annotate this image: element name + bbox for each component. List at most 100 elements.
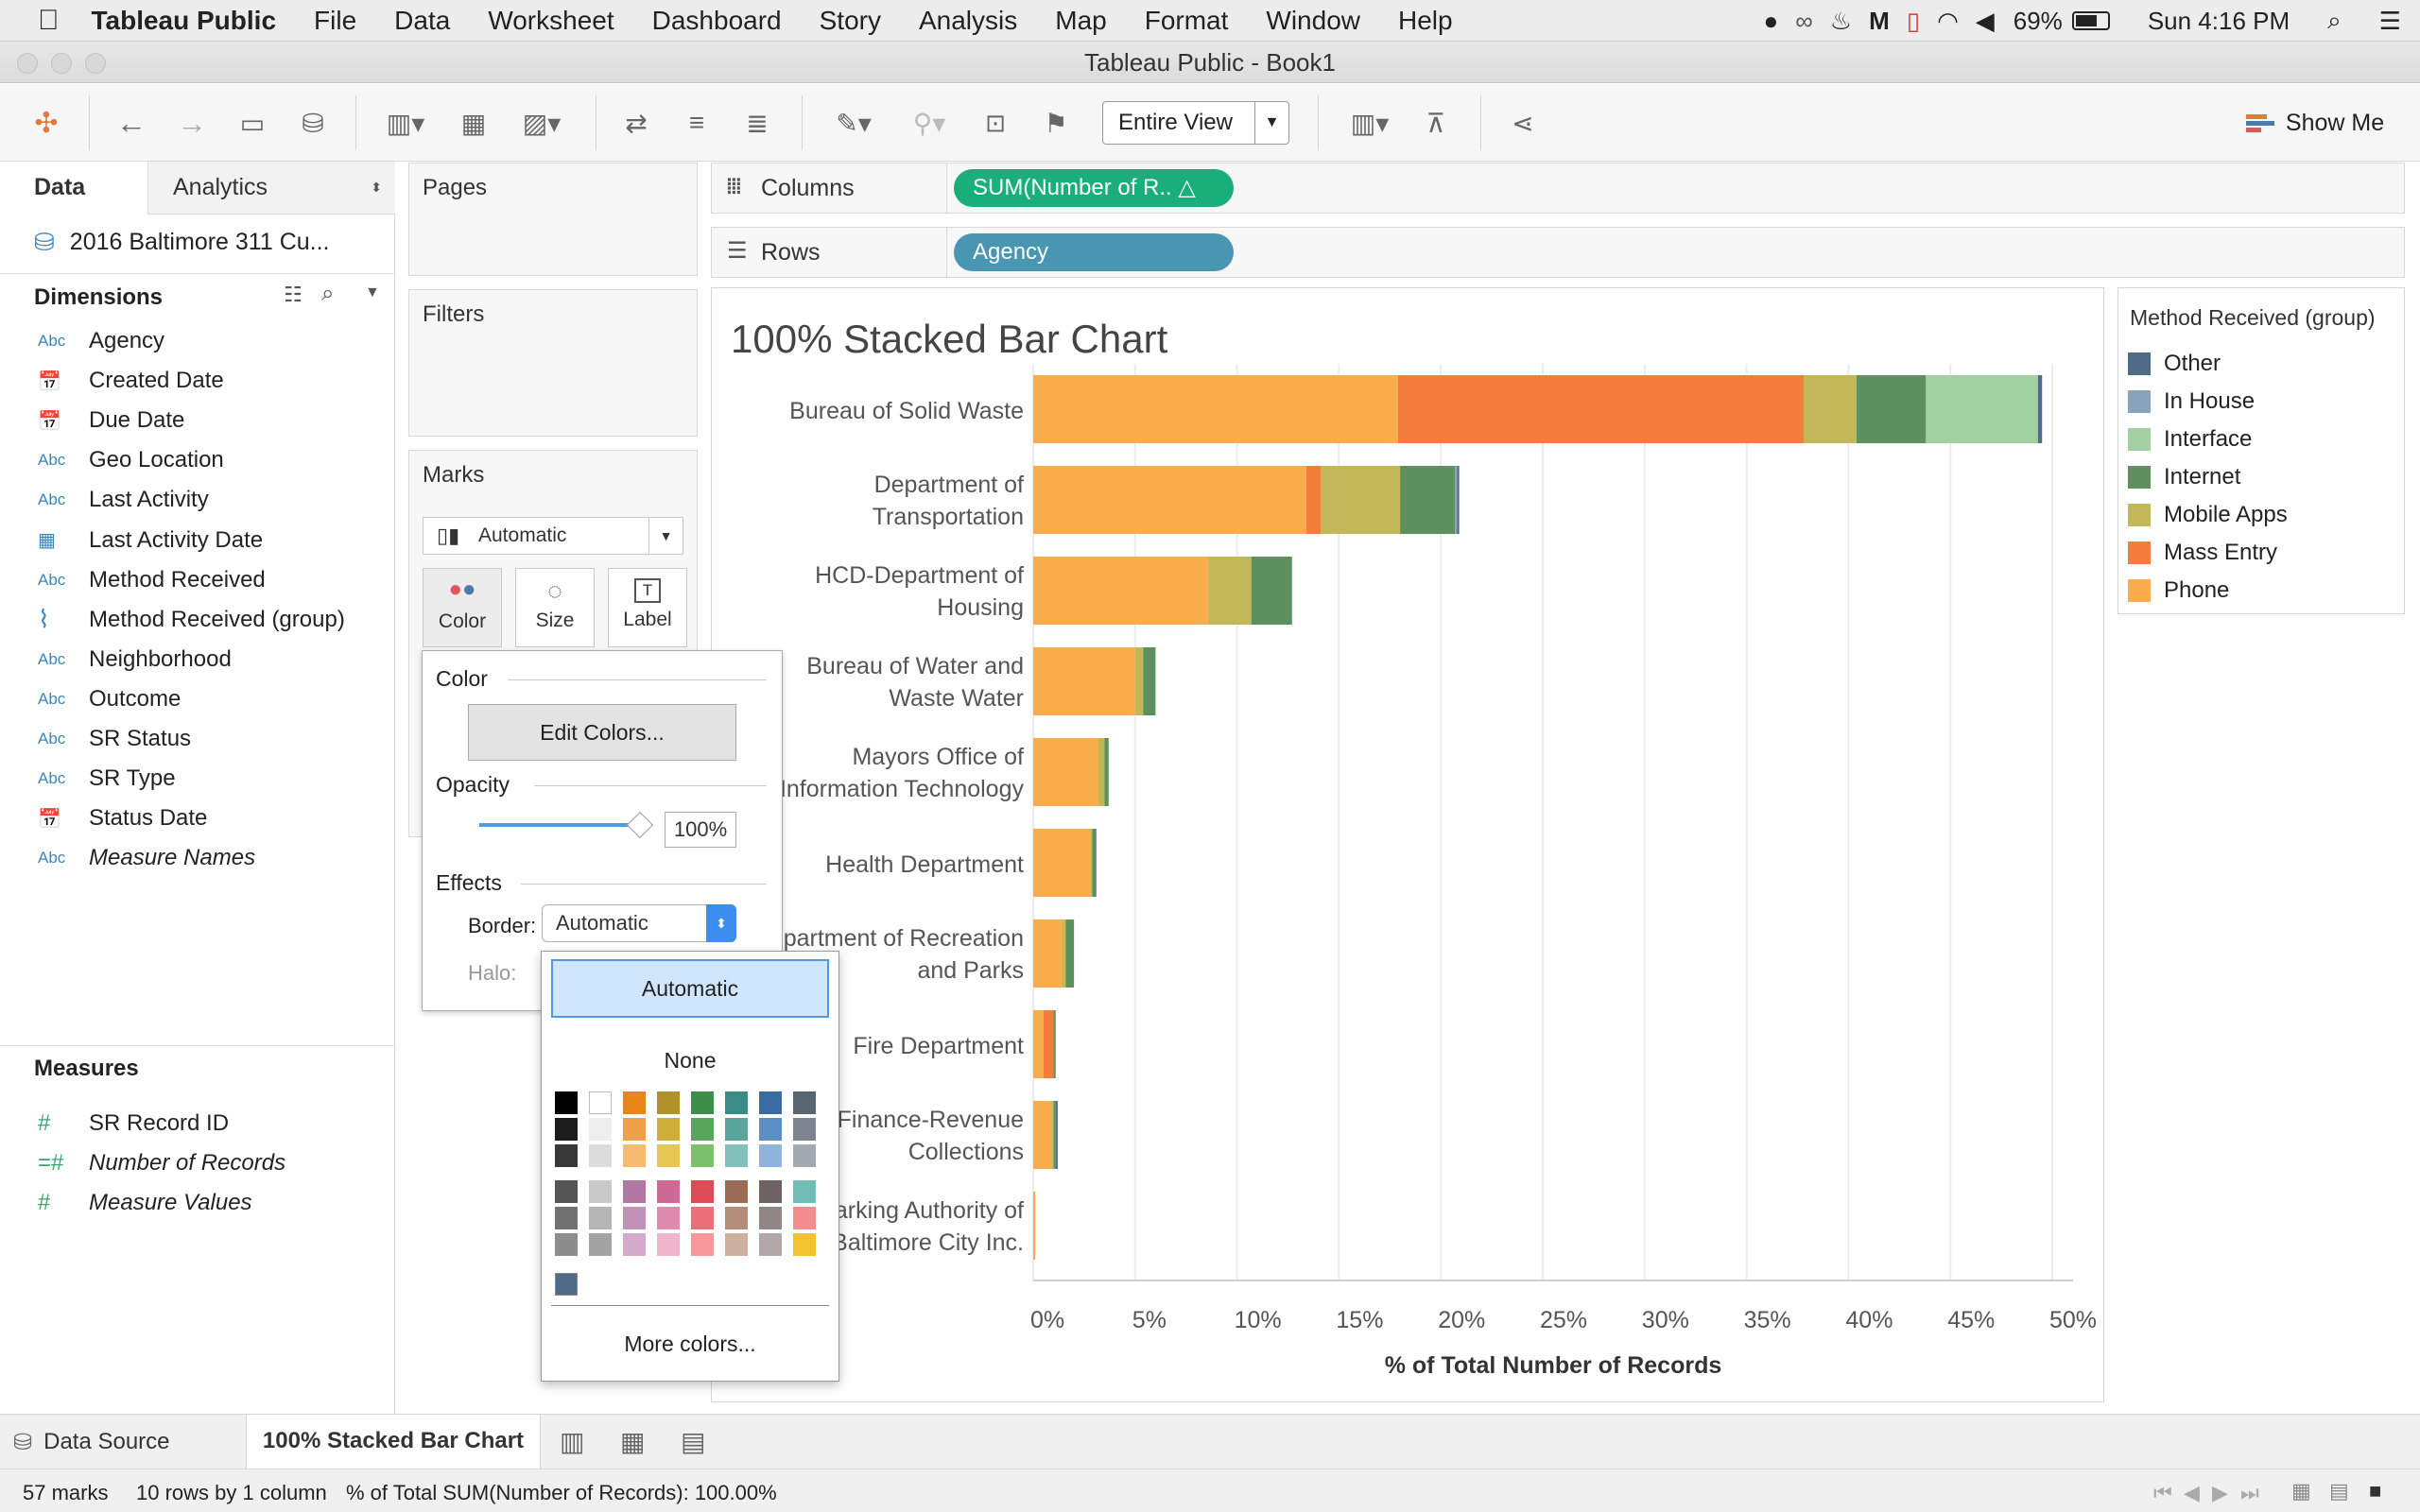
dimension-field[interactable]: Abc SR Type bbox=[38, 760, 176, 798]
menu-worksheet[interactable]: Worksheet bbox=[488, 6, 614, 36]
color-swatch[interactable] bbox=[589, 1091, 612, 1114]
dimension-field[interactable]: Abc Outcome bbox=[38, 680, 181, 718]
nav-last-icon[interactable]: ⏭ bbox=[2240, 1481, 2259, 1505]
color-swatch[interactable] bbox=[589, 1118, 612, 1141]
color-swatch[interactable] bbox=[623, 1180, 646, 1203]
app-menu[interactable]: Tableau Public bbox=[92, 6, 277, 36]
filters-card[interactable]: Filters bbox=[408, 289, 698, 437]
color-swatch[interactable] bbox=[725, 1207, 748, 1229]
columns-pill[interactable]: SUM(Number of R.. △ bbox=[954, 169, 1234, 207]
legend-item[interactable]: Phone bbox=[2128, 576, 2229, 606]
dimension-field[interactable]: Abc Last Activity bbox=[38, 481, 209, 519]
dimension-field[interactable]: Abc Method Received bbox=[38, 561, 266, 599]
fix-axes-icon[interactable]: ⚑ bbox=[1034, 101, 1078, 145]
minimize-button[interactable] bbox=[51, 53, 72, 74]
color-swatch[interactable] bbox=[759, 1233, 782, 1256]
tab-analytics[interactable]: Analytics ⬍ bbox=[147, 162, 395, 215]
datasource-item[interactable]: ⛁ 2016 Baltimore 311 Cu... bbox=[34, 220, 330, 264]
dimension-field[interactable]: ⌇ Method Received (group) bbox=[38, 601, 345, 639]
automatic-option[interactable]: Automatic bbox=[551, 959, 829, 1018]
color-swatch[interactable] bbox=[691, 1118, 714, 1141]
legend-item[interactable]: Internet bbox=[2128, 462, 2240, 492]
opacity-value[interactable]: 100% bbox=[665, 812, 736, 848]
swap-rows-columns-icon[interactable]: ⇄ bbox=[614, 101, 658, 145]
battery-icon[interactable] bbox=[2071, 11, 2110, 30]
tableau-logo-icon[interactable]: ✣ bbox=[25, 101, 68, 145]
close-button[interactable] bbox=[17, 53, 38, 74]
color-swatch[interactable] bbox=[759, 1118, 782, 1141]
highlight-icon[interactable]: ✎▾ bbox=[822, 101, 885, 145]
show-me-button[interactable]: Show Me bbox=[2225, 101, 2405, 145]
color-button[interactable]: ●● Color bbox=[423, 568, 502, 647]
menu-format[interactable]: Format bbox=[1145, 6, 1229, 36]
nav-next-icon[interactable]: ▶ bbox=[2212, 1481, 2228, 1505]
new-datasource-icon[interactable]: ⛁ bbox=[291, 101, 335, 145]
menu-file[interactable]: File bbox=[314, 6, 356, 36]
color-swatch[interactable] bbox=[759, 1091, 782, 1114]
color-swatch[interactable] bbox=[793, 1118, 816, 1141]
color-swatch[interactable] bbox=[759, 1207, 782, 1229]
tab-view-icon[interactable]: ■ bbox=[2369, 1479, 2381, 1503]
menu-window[interactable]: Window bbox=[1266, 6, 1360, 36]
color-swatch[interactable] bbox=[793, 1180, 816, 1203]
extension-icon[interactable]: ● bbox=[1764, 7, 1779, 36]
menu-data[interactable]: Data bbox=[394, 6, 450, 36]
save-icon[interactable]: ▭ bbox=[231, 101, 274, 145]
menu-analysis[interactable]: Analysis bbox=[919, 6, 1017, 36]
nav-first-icon[interactable]: ⏮ bbox=[2153, 1481, 2172, 1505]
color-swatch[interactable] bbox=[623, 1118, 646, 1141]
border-select[interactable]: Automatic ⬍ bbox=[542, 904, 736, 942]
filmstrip-view-icon[interactable]: ▤ bbox=[2329, 1479, 2349, 1503]
measure-field[interactable]: # SR Record ID bbox=[38, 1105, 229, 1143]
slider-thumb[interactable] bbox=[626, 811, 654, 839]
menu-story[interactable]: Story bbox=[820, 6, 881, 36]
color-swatch[interactable] bbox=[589, 1207, 612, 1229]
color-swatch[interactable] bbox=[657, 1144, 680, 1167]
color-swatch[interactable] bbox=[691, 1180, 714, 1203]
color-swatch[interactable] bbox=[725, 1144, 748, 1167]
color-swatch[interactable] bbox=[657, 1118, 680, 1141]
dimension-field[interactable]: 📅 Due Date bbox=[38, 402, 184, 439]
measure-field[interactable]: # Measure Values bbox=[38, 1184, 252, 1222]
color-swatch[interactable] bbox=[589, 1233, 612, 1256]
spotlight-icon[interactable]: ⌕ bbox=[2327, 6, 2342, 36]
new-worksheet-icon[interactable]: ▥▾ bbox=[374, 101, 437, 145]
mark-type-select[interactable]: ▯▮ Automatic ▼ bbox=[423, 517, 683, 555]
rows-shelf[interactable]: ☰ Rows Agency bbox=[711, 227, 2405, 278]
show-mark-labels-icon[interactable]: ⊡ bbox=[974, 101, 1017, 145]
malwarebytes-icon[interactable]: M bbox=[1869, 7, 1890, 36]
volume-icon[interactable]: ◀ bbox=[1976, 7, 1995, 36]
duplicate-sheet-icon[interactable]: ▦ bbox=[452, 101, 495, 145]
color-swatch[interactable] bbox=[657, 1091, 680, 1114]
color-swatch[interactable] bbox=[657, 1180, 680, 1203]
menu-map[interactable]: Map bbox=[1055, 6, 1106, 36]
rows-pill[interactable]: Agency bbox=[954, 233, 1234, 271]
color-swatch[interactable] bbox=[623, 1233, 646, 1256]
data-source-tab[interactable]: ⛁ Data Source bbox=[13, 1415, 170, 1469]
clock[interactable]: Sun 4:16 PM bbox=[2148, 7, 2290, 36]
color-swatch[interactable] bbox=[623, 1207, 646, 1229]
color-swatch[interactable] bbox=[623, 1091, 646, 1114]
color-swatch[interactable] bbox=[555, 1091, 578, 1114]
color-swatch[interactable] bbox=[555, 1207, 578, 1229]
color-swatch[interactable] bbox=[793, 1144, 816, 1167]
list-view-icon[interactable]: ☷ bbox=[284, 283, 302, 307]
undo-icon[interactable]: ← bbox=[110, 101, 153, 145]
color-swatch[interactable] bbox=[589, 1144, 612, 1167]
wifi-icon[interactable]: ◠ bbox=[1937, 7, 1959, 36]
edit-colors-button[interactable]: Edit Colors... bbox=[468, 704, 736, 761]
menu-help[interactable]: Help bbox=[1398, 6, 1453, 36]
legend-item[interactable]: Mobile Apps bbox=[2128, 500, 2288, 530]
color-swatch[interactable] bbox=[725, 1180, 748, 1203]
label-button[interactable]: T Label bbox=[608, 568, 687, 647]
grid-view-icon[interactable]: ▦ bbox=[2291, 1479, 2311, 1503]
color-swatch[interactable] bbox=[793, 1233, 816, 1256]
share-icon[interactable]: ⋖ bbox=[1501, 101, 1545, 145]
group-members-icon[interactable]: ⚲▾ bbox=[898, 101, 960, 145]
zoom-button[interactable] bbox=[85, 53, 106, 74]
legend-item[interactable]: Mass Entry bbox=[2128, 538, 2277, 568]
sort-descending-icon[interactable]: ≣ bbox=[735, 101, 779, 145]
none-option[interactable]: None bbox=[551, 1039, 829, 1082]
color-swatch[interactable] bbox=[657, 1233, 680, 1256]
fit-view-select[interactable]: Entire View ▼ bbox=[1102, 101, 1289, 145]
